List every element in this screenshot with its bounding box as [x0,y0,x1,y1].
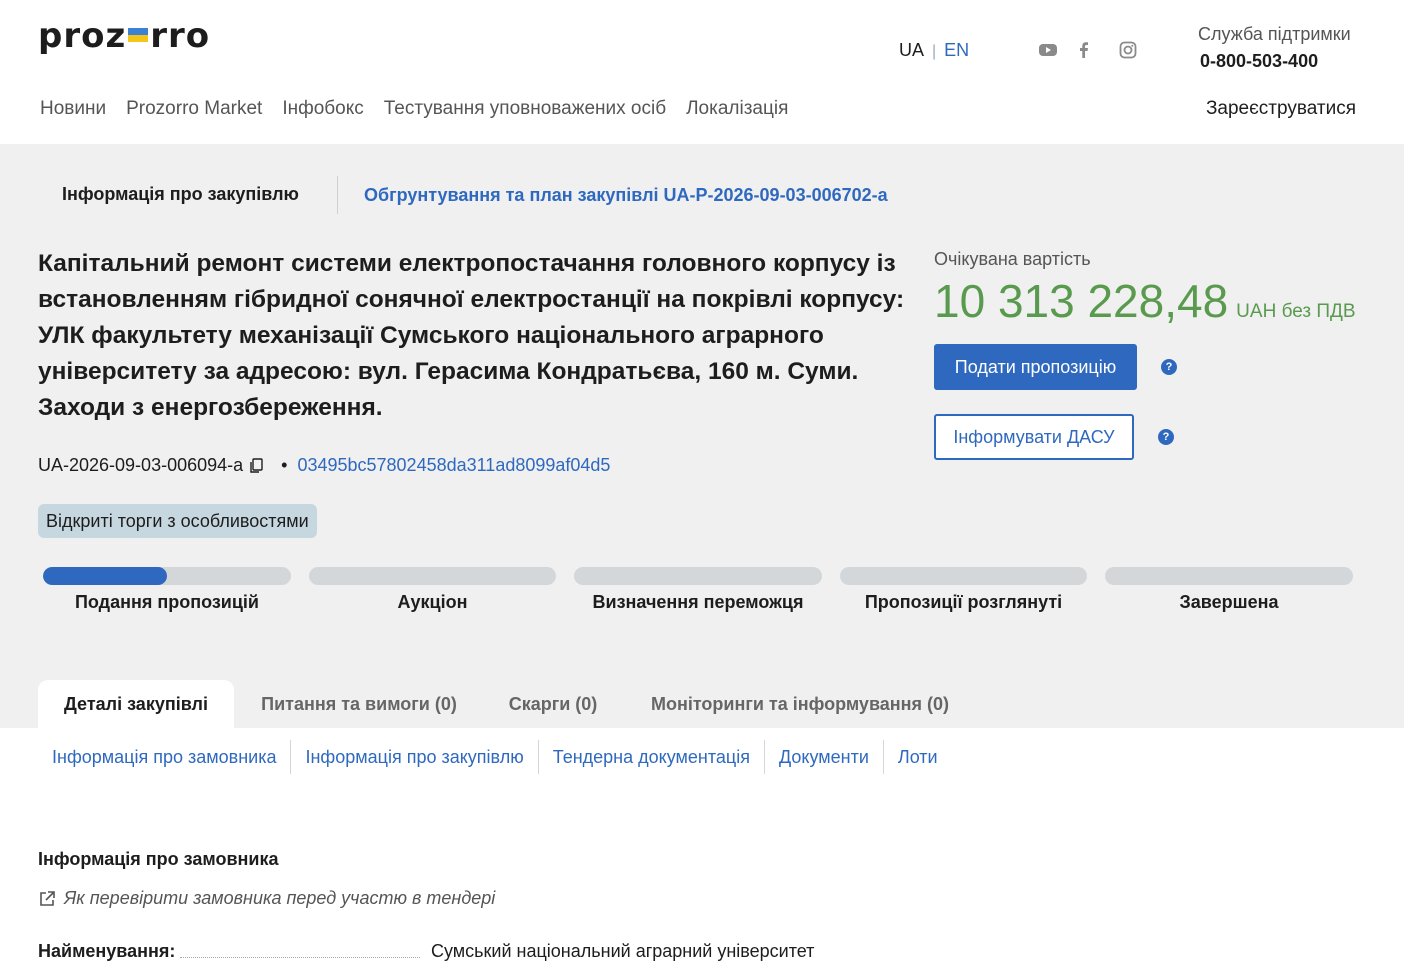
tender-identifiers: UA-2026-09-03-006094-a • 03495bc57802458… [38,455,610,476]
plan-link[interactable]: Обгрунтування та план закупівлі UA-P-202… [364,185,888,206]
procurement-title: Капітальний ремонт системи електропостач… [38,250,905,421]
register-link[interactable]: Зареєструватися [1206,98,1356,120]
dotted-leader [180,957,420,958]
support-phone[interactable]: 0-800-503-400 [1198,51,1351,72]
verify-customer-link[interactable]: Як перевірити замовника перед участю в т… [38,888,495,909]
logo-text-left: proz [38,16,127,56]
details-subnav: Інформація про замовника Інформація про … [38,740,952,774]
verify-link-text: Як перевірити замовника перед участю в т… [64,888,496,908]
nav-item-market[interactable]: Prozorro Market [126,98,262,120]
expected-value: 10 313 228,48 UAH без ПДВ [934,274,1356,328]
subnav-lots[interactable]: Лоти [882,740,952,774]
lang-en[interactable]: EN [944,40,969,60]
amount-value: 10 313 228,48 [934,275,1229,327]
customer-name-value: Сумський національний аграрний університ… [431,941,815,961]
facebook-icon[interactable] [1074,40,1094,60]
stage-label-completed: Завершена [1179,592,1279,612]
expected-value-label: Очікувана вартість [934,249,1091,269]
support-title: Служба підтримки [1198,24,1351,44]
inform-dasu-button[interactable]: Інформувати ДАСУ [934,414,1134,460]
tab-complaints[interactable]: Скарги (0) [490,680,616,728]
subnav-documents[interactable]: Документи [763,740,883,774]
tab-details[interactable]: Деталі закупівлі [38,680,234,728]
stage-label-submission: Подання пропозицій [74,592,260,612]
copy-icon[interactable] [249,457,263,474]
lang-ua[interactable]: UA [899,40,924,60]
subnav-customer-info[interactable]: Інформація про замовника [38,740,290,774]
nav-item-localization[interactable]: Локалізація [686,98,788,120]
stage-bar-auction [309,567,556,585]
tender-id: UA-2026-09-03-006094-a [38,455,244,475]
external-link-icon [40,890,55,906]
youtube-icon[interactable] [1038,40,1058,60]
subnav-procurement-info[interactable]: Інформація про закупівлю [290,740,537,774]
tab-questions[interactable]: Питання та вимоги (0) [240,680,478,728]
subnav-tender-docs[interactable]: Тендерна документація [537,740,764,774]
stage-bar-reviewed [840,567,1087,585]
stage-bar-completed [1105,567,1353,585]
submit-proposal-button[interactable]: Подати пропозицію [934,344,1137,390]
customer-section-title: Інформація про замовника [38,849,279,869]
customer-name-label: Найменування: [38,941,176,961]
procurement-summary [0,144,1404,728]
instagram-icon[interactable] [1118,40,1138,60]
lang-separator: | [932,43,937,60]
help-icon[interactable]: ? [1158,429,1174,445]
stage-bar-winner [574,567,822,585]
stage-label-winner: Визначення переможця [592,592,804,612]
stage-progress-fill [43,567,167,585]
stage-label-reviewed: Пропозиції розглянуті [864,592,1063,612]
procedure-type-badge: Відкриті торги з особливостями [38,504,317,538]
main-nav: Новини Prozorro Market Інфобокс Тестуван… [40,98,788,120]
language-switcher: UA | EN [899,40,969,61]
nav-item-news[interactable]: Новини [40,98,106,120]
tab-procurement-info[interactable]: Інформація про закупівлю [62,184,299,205]
nav-item-testing[interactable]: Тестування уповноважених осіб [384,98,666,120]
nav-item-infobox[interactable]: Інфобокс [282,98,363,120]
stage-label-auction: Аукціон [397,592,468,612]
bullet-separator: • [281,455,288,475]
site-header: proz rro UA | EN Служба підтримки 0-800-503… [0,0,1404,144]
logo-text-right: rro [150,16,211,56]
help-icon[interactable]: ? [1161,359,1177,375]
stage-bar-submission [43,567,291,585]
ukraine-flag-icon [128,27,149,42]
tender-hash-link[interactable]: 03495bc57802458da311ad8099af04d5 [297,455,610,476]
prozorro-logo[interactable]: proz rro [38,16,210,56]
amount-currency: UAH без ПДВ [1236,301,1356,322]
support-block: Служба підтримки 0-800-503-400 [1198,24,1351,72]
divider [337,176,338,214]
tab-monitoring[interactable]: Моніторинги та інформування (0) [628,680,972,728]
